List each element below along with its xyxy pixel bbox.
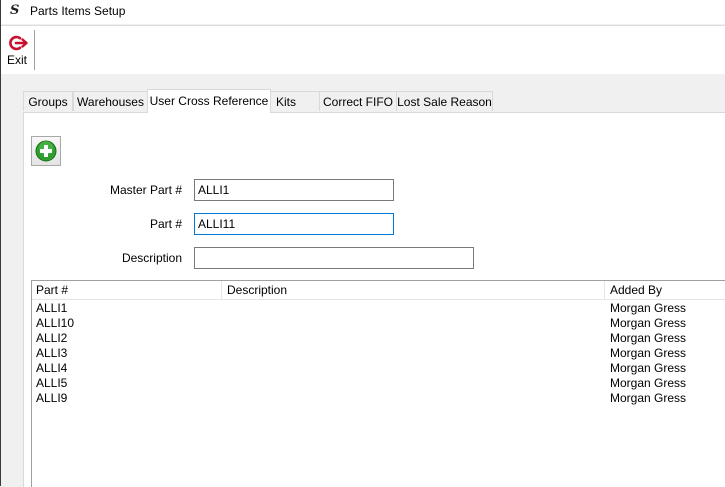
cell-added-by: Morgan Gress: [610, 391, 687, 405]
add-button[interactable]: [31, 136, 61, 166]
part-field[interactable]: [194, 213, 394, 235]
cell-added-by: Morgan Gress: [610, 316, 687, 330]
tab-lost-sale-reason[interactable]: Lost Sale Reason: [396, 91, 493, 111]
cell-added-by: Morgan Gress: [610, 301, 687, 315]
cell-part: ALLI9: [36, 391, 68, 405]
tab-groups[interactable]: Groups: [23, 91, 73, 111]
table-row[interactable]: ALLI2 Morgan Gress: [32, 331, 725, 346]
column-header-part[interactable]: Part #: [36, 283, 68, 297]
master-part-label: Master Part #: [109, 183, 182, 197]
table-row[interactable]: ALLI9 Morgan Gress: [32, 391, 725, 406]
tab-correct-fifo[interactable]: Correct FIFO: [319, 91, 397, 111]
grid-header: Part # Description Added By: [32, 281, 725, 300]
tab-user-cross-reference[interactable]: User Cross Reference: [147, 89, 271, 113]
master-part-field[interactable]: [194, 179, 394, 201]
table-row[interactable]: ALLI10 Morgan Gress: [32, 316, 725, 331]
column-header-added-by[interactable]: Added By: [610, 283, 662, 297]
tab-kits[interactable]: Kits: [270, 91, 320, 111]
table-row[interactable]: ALLI1 Morgan Gress: [32, 301, 725, 316]
cell-part: ALLI5: [36, 376, 68, 390]
toolbar: Exit: [1, 25, 725, 74]
column-divider[interactable]: [604, 281, 605, 299]
cell-part: ALLI2: [36, 331, 68, 345]
column-header-description[interactable]: Description: [227, 283, 287, 297]
cell-added-by: Morgan Gress: [610, 346, 687, 360]
column-divider[interactable]: [221, 281, 222, 299]
description-field[interactable]: [194, 247, 474, 269]
cell-added-by: Morgan Gress: [610, 361, 687, 375]
window-title: Parts Items Setup: [30, 4, 126, 18]
cell-added-by: Morgan Gress: [610, 376, 687, 390]
cell-part: ALLI3: [36, 346, 68, 360]
cell-part: ALLI10: [36, 316, 75, 330]
power-exit-icon: [8, 34, 28, 55]
cell-part: ALLI1: [36, 301, 68, 315]
table-row[interactable]: ALLI3 Morgan Gress: [32, 346, 725, 361]
table-row[interactable]: ALLI5 Morgan Gress: [32, 376, 725, 391]
app-logo-icon: S: [10, 3, 20, 18]
part-label: Part #: [149, 217, 182, 231]
cell-added-by: Morgan Gress: [610, 331, 687, 345]
table-row[interactable]: ALLI4 Morgan Gress: [32, 361, 725, 376]
description-label: Description: [121, 251, 182, 265]
exit-label: Exit: [7, 53, 28, 67]
exit-button[interactable]: Exit: [6, 33, 30, 69]
cell-part: ALLI4: [36, 361, 68, 375]
toolbar-divider: [34, 30, 35, 70]
cross-reference-grid[interactable]: Part # Description Added By ALLI1 Morgan …: [31, 280, 725, 487]
tab-warehouses[interactable]: Warehouses: [73, 91, 148, 111]
title-bar: S Parts Items Setup: [1, 0, 725, 24]
